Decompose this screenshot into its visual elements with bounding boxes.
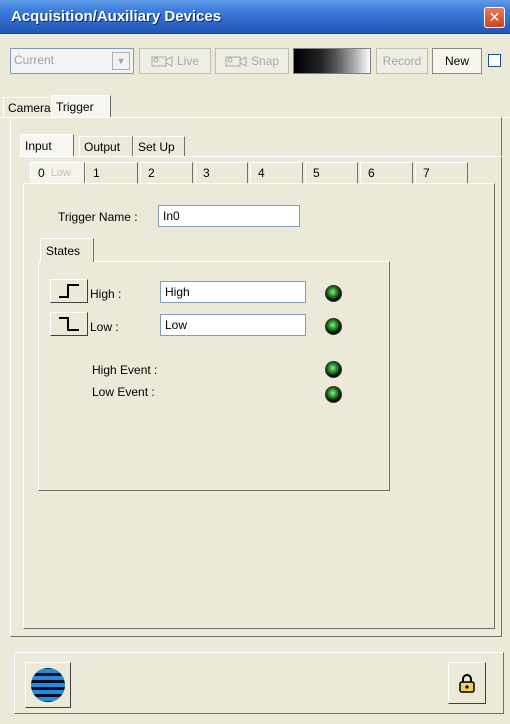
live-label: Live — [176, 54, 199, 68]
tab-channel-4[interactable]: 4 — [250, 162, 303, 184]
low-event-label: Low Event : — [92, 385, 155, 399]
lock-icon — [459, 674, 475, 693]
sub-tab-line — [18, 156, 502, 157]
high-led-icon — [325, 285, 342, 302]
logo-icon — [31, 668, 65, 702]
low-led-icon — [325, 318, 342, 335]
record-button[interactable]: Record — [376, 48, 428, 74]
close-button[interactable]: ✕ — [484, 7, 505, 28]
high-event-led-icon — [325, 361, 342, 378]
tab-states[interactable]: States — [40, 238, 94, 262]
snap-button[interactable]: Snap — [215, 48, 289, 74]
falling-edge-button[interactable] — [50, 312, 88, 336]
falling-edge-icon — [59, 317, 79, 331]
tab-trigger[interactable]: Trigger — [51, 95, 111, 117]
new-button[interactable]: New — [432, 48, 482, 74]
tab-channel-1[interactable]: 1 — [85, 162, 138, 184]
tab-camera[interactable]: Camera — [3, 97, 53, 117]
tab-channel-2[interactable]: 2 — [140, 162, 193, 184]
channel-0-label: 0 — [38, 166, 45, 180]
chevron-down-icon[interactable]: ▼ — [112, 52, 130, 70]
bottom-bar — [14, 652, 504, 714]
trigger-name-label: Trigger Name : — [58, 210, 138, 224]
trigger-name-field[interactable]: In0 — [158, 205, 300, 227]
new-checkbox[interactable] — [488, 54, 501, 67]
intensity-gradient — [293, 48, 371, 74]
tab-output[interactable]: Output — [79, 136, 133, 156]
tab-channel-5[interactable]: 5 — [305, 162, 358, 184]
channel-0-ghost-label: Low — [50, 167, 71, 179]
high-state-field[interactable]: High — [160, 281, 306, 303]
tab-channel-7[interactable]: 7 — [415, 162, 468, 184]
tab-setup[interactable]: Set Up — [133, 136, 185, 156]
low-label: Low : — [90, 320, 119, 334]
tab-input[interactable]: Input — [20, 134, 74, 156]
snap-label: Snap — [250, 54, 280, 68]
tab-channel-3[interactable]: 3 — [195, 162, 248, 184]
source-combo-value: Current — [14, 53, 55, 67]
live-button[interactable]: Live — [139, 48, 211, 74]
logo-button[interactable] — [25, 662, 71, 708]
high-label: High : — [90, 287, 122, 301]
camera-icon — [225, 56, 247, 67]
camera-icon — [151, 56, 173, 67]
window-title: Acquisition/Auxiliary Devices — [11, 8, 222, 25]
tab-channel-0[interactable]: 0 Low — [30, 162, 85, 184]
rising-edge-button[interactable] — [50, 279, 88, 303]
lock-button[interactable] — [448, 662, 486, 704]
high-event-label: High Event : — [92, 363, 158, 377]
tab-channel-6[interactable]: 6 — [360, 162, 413, 184]
rising-edge-icon — [59, 284, 79, 298]
low-event-led-icon — [325, 386, 342, 403]
low-state-field[interactable]: Low — [160, 314, 306, 336]
